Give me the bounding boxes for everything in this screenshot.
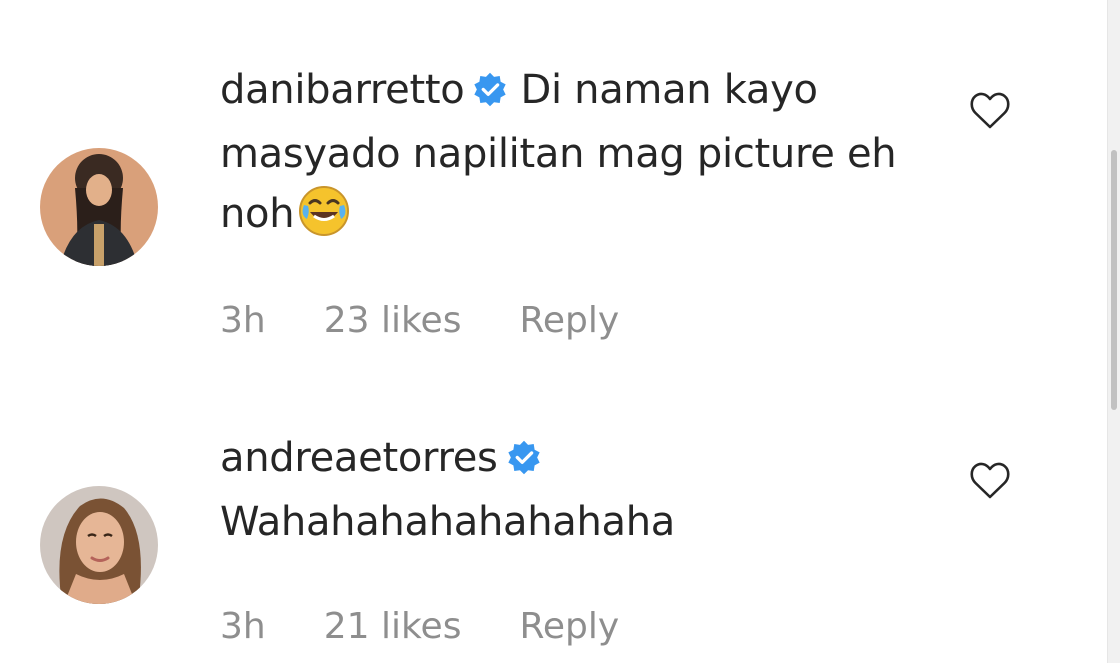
avatar[interactable] — [40, 148, 158, 266]
reply-button[interactable]: Reply — [519, 606, 619, 647]
comment-meta: 3h 23 likes Reply — [220, 300, 677, 341]
heart-outline-icon[interactable] — [966, 86, 1014, 134]
comment-content: danibarretto Di naman kayo masyado napili… — [220, 60, 920, 254]
comment-text-block: danibarretto Di naman kayo masyado napili… — [220, 60, 920, 254]
face-with-tears-of-joy-icon — [298, 185, 350, 254]
comment-item: andreaetorres Wahahahahahahahaha 3h 21 lik… — [0, 428, 1100, 663]
heart-outline-icon[interactable] — [966, 456, 1014, 504]
username-link[interactable]: andreaetorres — [220, 435, 498, 481]
avatar[interactable] — [40, 486, 158, 604]
scrollbar-thumb[interactable] — [1111, 150, 1117, 410]
verified-badge-icon — [472, 64, 508, 124]
reply-button[interactable]: Reply — [519, 300, 619, 341]
username-link[interactable]: danibarretto — [220, 67, 465, 113]
verified-badge-icon — [506, 432, 542, 492]
comment-timestamp: 3h — [220, 606, 266, 647]
comment-content: andreaetorres Wahahahahahahahaha — [220, 428, 920, 552]
comment-text-block: andreaetorres Wahahahahahahahaha — [220, 428, 920, 552]
comment-meta: 3h 21 likes Reply — [220, 606, 677, 647]
likes-count[interactable]: 21 likes — [324, 606, 462, 647]
comment-item: danibarretto Di naman kayo masyado napili… — [0, 60, 1100, 360]
likes-count[interactable]: 23 likes — [324, 300, 462, 341]
comment-text: Wahahahahahahahaha — [220, 499, 676, 545]
comments-panel: danibarretto Di naman kayo masyado napili… — [0, 0, 1120, 663]
vertical-scrollbar[interactable] — [1107, 0, 1120, 663]
comment-timestamp: 3h — [220, 300, 266, 341]
